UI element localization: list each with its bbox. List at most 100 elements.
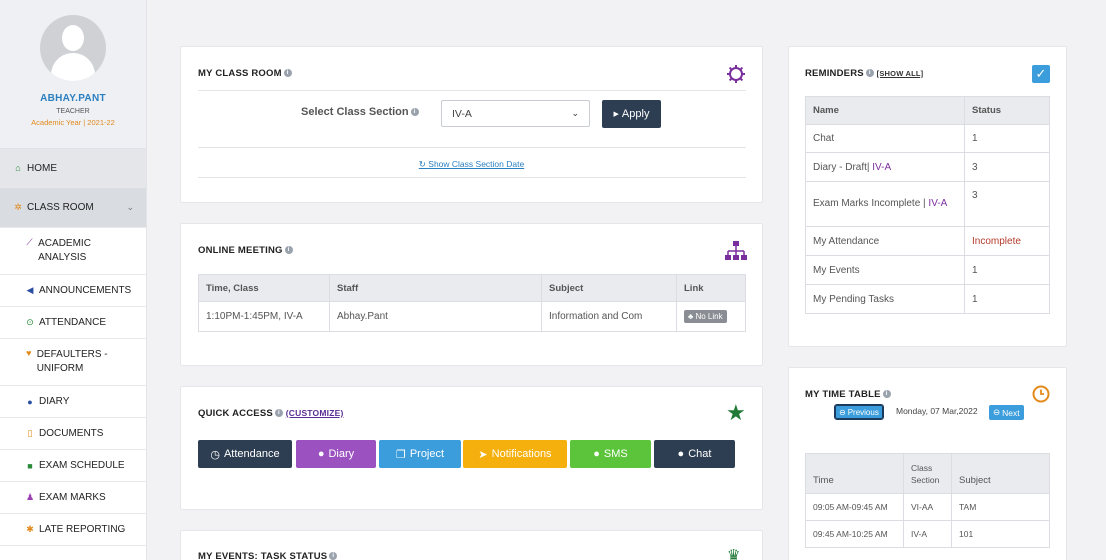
col-header: Status xyxy=(964,96,1050,125)
table-row[interactable]: Exam Marks Incomplete | IV-A 3 xyxy=(805,181,1050,227)
quick-chat-button[interactable]: ● Chat xyxy=(654,440,735,468)
profile-name: ABHAY.PANT xyxy=(40,93,106,104)
cell: My Events xyxy=(805,255,965,285)
table-row[interactable]: Diary - Draft| IV-A 3 xyxy=(805,152,1050,182)
quick-project-button[interactable]: ❐ Project xyxy=(379,440,461,468)
clock-icon: ◷ xyxy=(210,448,220,461)
nav-exam-marks[interactable]: ♟ EXAM MARKS xyxy=(0,482,146,514)
col-header: Subject xyxy=(951,453,1050,494)
copy-icon: ❐ xyxy=(395,448,406,461)
timetable-panel: MY TIME TABLE i ⊖ Previous Monday, 07 Mar,… xyxy=(788,367,1067,560)
table-row[interactable]: My Pending Tasks 1 xyxy=(805,284,1050,314)
table-row[interactable]: My Attendance Incomplete xyxy=(805,226,1050,256)
avatar[interactable] xyxy=(40,15,106,81)
quick-access-title: QUICK ACCESS i (CUSTOMIZE) xyxy=(198,408,344,419)
comments-icon: ● xyxy=(27,396,33,407)
class-tag[interactable]: IV-A xyxy=(928,198,947,209)
timetable-date: Monday, 07 Mar,2022 xyxy=(896,406,978,416)
shirt-icon: ♥ xyxy=(26,348,32,358)
quick-access-buttons: ◷ Attendance ● Diary ❐ Project ➤ Notificatio… xyxy=(198,440,738,468)
nav-exam-schedule[interactable]: ■ EXAM SCHEDULE xyxy=(0,450,146,482)
col-header: Class Section xyxy=(903,453,952,494)
nav-documents[interactable]: ▯ DOCUMENTS xyxy=(0,418,146,450)
table-row: 09:45 AM-10:25 AM IV-A 101 xyxy=(805,520,1050,548)
chevron-down-icon: ⌄ xyxy=(571,108,579,118)
reminders-title: REMINDERS i [SHOW ALL] xyxy=(805,68,924,79)
meeting-table: Time, Class Staff Subject Link 1:10PM-1:… xyxy=(198,274,746,332)
comment-icon: ● xyxy=(593,448,600,460)
cell: ♣ No Link xyxy=(676,301,746,332)
nav-item-label: EXAM SCHEDULE xyxy=(39,460,125,471)
apply-button[interactable]: ▶ Apply xyxy=(602,100,661,128)
cell: My Attendance xyxy=(805,226,965,256)
class-tag[interactable]: IV-A xyxy=(872,162,891,173)
class-section-value: IV-A xyxy=(452,107,472,120)
nav-home-label: HOME xyxy=(27,162,57,174)
clock-icon xyxy=(1032,385,1050,403)
my-events-panel: MY EVENTS: TASK STATUS i ♛ xyxy=(180,530,763,560)
info-icon: i xyxy=(329,552,338,560)
quick-diary-button[interactable]: ● Diary xyxy=(296,440,376,468)
cell: 1:10PM-1:45PM, IV-A xyxy=(198,301,330,332)
nav-defaulters-uniform[interactable]: ♥ DEFAULTERS - UNIFORM xyxy=(0,339,146,386)
show-class-section-date-link[interactable]: ↻ Show Class Section Date xyxy=(181,159,762,170)
nav-item-label: ATTENDANCE xyxy=(39,317,107,328)
info-icon: i xyxy=(274,409,283,418)
info-icon: i xyxy=(410,108,419,117)
previous-button[interactable]: ⊖ Previous xyxy=(834,404,884,420)
nav-item-label: LATE REPORTING xyxy=(39,524,126,535)
cell: 3 xyxy=(964,181,1050,227)
nav-announcements[interactable]: ◀ ANNOUNCEMENTS xyxy=(0,275,146,307)
gear-icon[interactable] xyxy=(726,64,746,84)
nav-item-label: DEFAULTERS - UNIFORM xyxy=(36,349,108,374)
cell: 1 xyxy=(964,255,1050,285)
nav-home[interactable]: ⌂ HOME xyxy=(0,149,146,188)
cell: 101 xyxy=(951,520,1050,548)
quick-attendance-button[interactable]: ◷ Attendance xyxy=(198,440,292,468)
sidebar: ABHAY.PANT TEACHER Academic Year | 2021-… xyxy=(0,0,147,560)
asterisk-icon: ✱ xyxy=(26,524,34,534)
nav-attendance[interactable]: ⊙ ATTENDANCE xyxy=(0,307,146,339)
col-header: Link xyxy=(676,274,746,302)
nav-item-label: ANNOUNCEMENTS xyxy=(39,285,132,296)
cell: IV-A xyxy=(903,520,952,548)
class-section-select[interactable]: IV-A ⌄ xyxy=(441,100,590,127)
cell: TAM xyxy=(951,493,1050,521)
nav-academic-analysis[interactable]: ⟋ ACADEMIC ANALYSIS xyxy=(0,228,146,275)
cell: VI-AA xyxy=(903,493,952,521)
cell: Abhay.Pant xyxy=(329,301,542,332)
quick-sms-button[interactable]: ● SMS xyxy=(570,440,651,468)
col-header: Subject xyxy=(541,274,677,302)
nav-diary[interactable]: ● DIARY xyxy=(0,386,146,418)
table-row: 1:10PM-1:45PM, IV-A Abhay.Pant Informati… xyxy=(198,301,746,332)
table-row[interactable]: My Events 1 xyxy=(805,255,1050,285)
nav-item-label: DIARY xyxy=(39,396,70,407)
comment-icon: ● xyxy=(677,448,685,460)
gear-icon: ✲ xyxy=(14,202,22,212)
trophy-icon: ♛ xyxy=(727,547,741,560)
no-link-badge[interactable]: ♣ No Link xyxy=(684,310,727,323)
profile-year: Academic Year | 2021-22 xyxy=(31,118,115,127)
timetable-title: MY TIME TABLE i xyxy=(805,389,891,400)
megaphone-icon: ◀ xyxy=(26,285,34,295)
show-all-link[interactable]: [SHOW ALL] xyxy=(877,69,924,78)
star-icon: ★ xyxy=(726,400,746,425)
my-events-title: MY EVENTS: TASK STATUS i xyxy=(198,551,338,560)
quick-notifications-button[interactable]: ➤ Notifications xyxy=(463,440,567,468)
table-row: 09:05 AM-09:45 AM VI-AA TAM xyxy=(805,493,1050,521)
check-square-icon[interactable]: ✓ xyxy=(1032,65,1050,83)
customize-link[interactable]: (CUSTOMIZE) xyxy=(286,408,344,418)
info-icon: i xyxy=(865,69,874,78)
profile-card: ABHAY.PANT TEACHER Academic Year | 2021-… xyxy=(0,0,146,149)
online-meeting-panel: ONLINE MEETING i Time, Class Staff Subjec… xyxy=(180,223,763,366)
table-row[interactable]: Chat 1 xyxy=(805,124,1050,153)
nav-item-label: DOCUMENTS xyxy=(39,428,104,439)
reminders-panel: REMINDERS i [SHOW ALL] ✓ Name Status Chat… xyxy=(788,46,1067,347)
next-button[interactable]: ⊖ Next xyxy=(989,405,1024,420)
cell: Information and Com xyxy=(541,301,677,332)
nav-item-label: EXAM MARKS xyxy=(39,492,106,503)
refresh-icon: ↻ xyxy=(418,159,426,169)
user-icon: ♟ xyxy=(25,492,35,502)
nav-classroom[interactable]: ✲ CLASS ROOM ⌄ xyxy=(0,188,146,228)
nav-late-reporting[interactable]: ✱ LATE REPORTING xyxy=(0,514,146,546)
